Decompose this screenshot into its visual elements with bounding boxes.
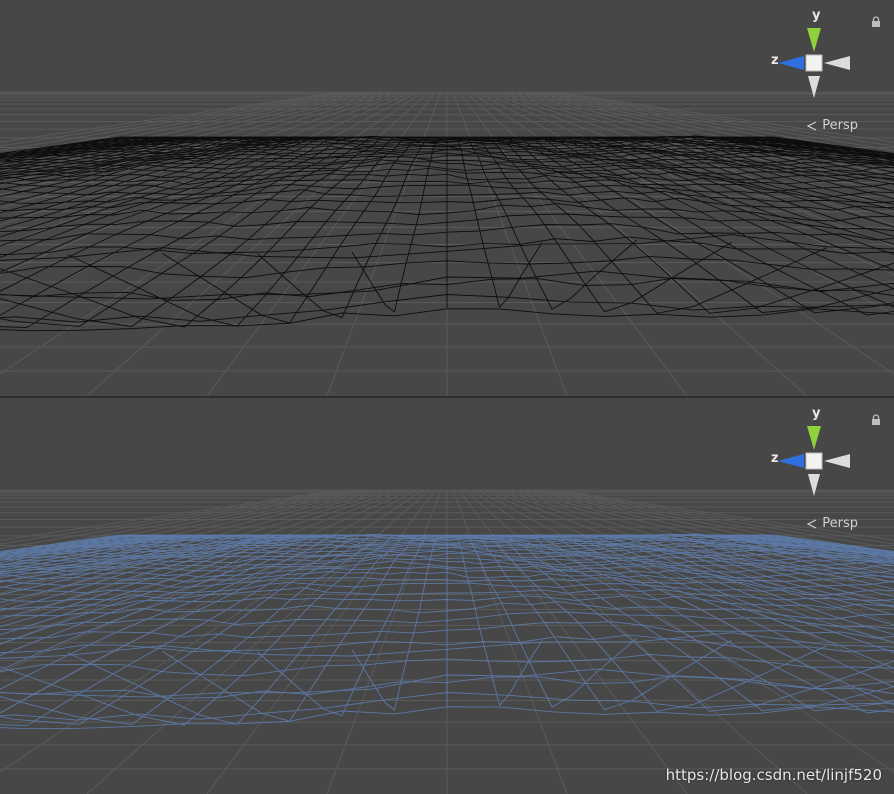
lock-icon[interactable] <box>870 16 882 28</box>
projection-toggle[interactable]: Persp <box>806 516 858 531</box>
mesh-column <box>0 534 335 656</box>
x-axis-cone[interactable] <box>824 56 850 70</box>
lock-icon[interactable] <box>870 414 882 426</box>
axis-gizmo-icon <box>778 426 850 496</box>
chevron-left-icon <box>806 518 817 529</box>
mesh-column <box>465 136 637 310</box>
orientation-gizmo[interactable]: y z <box>768 8 860 108</box>
projection-label: Persp <box>822 516 858 531</box>
chevron-left-icon <box>806 120 817 131</box>
center-cube[interactable] <box>805 54 823 72</box>
gizmo-z-label: z <box>771 451 779 466</box>
scene-viewport-wireframe[interactable]: y z Persp <box>0 0 894 396</box>
mesh-column <box>465 534 637 708</box>
axis-gizmo-icon <box>778 28 850 98</box>
gizmo-y-label: y <box>812 8 821 23</box>
scene-viewport-shaded[interactable]: y z Persp https://blog.csdn.net/linjf520 <box>0 398 894 794</box>
gizmo-z-label: z <box>771 53 779 68</box>
terrain-shaded-wireframe-scene <box>0 489 894 794</box>
mesh-column <box>0 136 335 258</box>
z-axis-cone[interactable] <box>778 56 804 70</box>
scene-view-comparison: y z Persp y z Persp https://blog.csdn.ne… <box>0 0 894 794</box>
terrain-wireframe-scene <box>0 91 894 396</box>
y-axis-cone[interactable] <box>807 426 821 450</box>
center-cube[interactable] <box>805 452 823 470</box>
projection-toggle[interactable]: Persp <box>806 118 858 133</box>
neg-y-axis-cone[interactable] <box>808 76 820 98</box>
neg-y-axis-cone[interactable] <box>808 474 820 496</box>
watermark-text: https://blog.csdn.net/linjf520 <box>665 766 882 784</box>
z-axis-cone[interactable] <box>778 454 804 468</box>
projection-label: Persp <box>822 118 858 133</box>
orientation-gizmo[interactable]: y z <box>768 406 860 506</box>
x-axis-cone[interactable] <box>824 454 850 468</box>
gizmo-y-label: y <box>812 406 821 421</box>
y-axis-cone[interactable] <box>807 28 821 52</box>
